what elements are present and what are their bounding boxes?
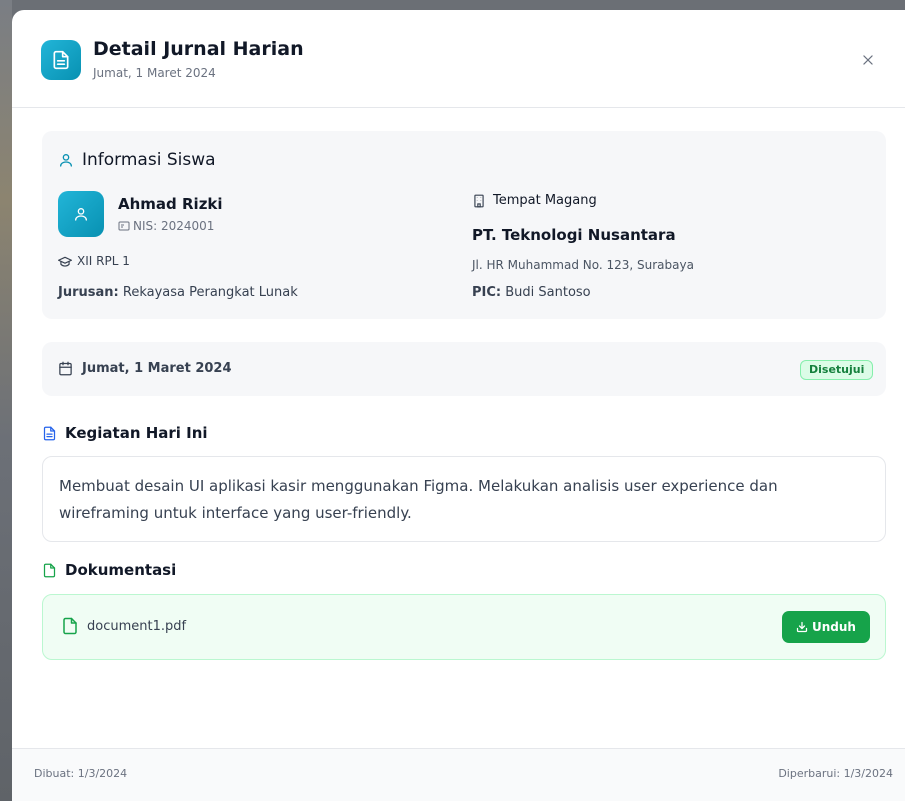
status-badge: Disetujui	[800, 360, 874, 380]
download-button[interactable]: Unduh	[782, 611, 870, 643]
modal-title: Detail Jurnal Harian	[93, 38, 304, 60]
activity-text: Membuat desain UI aplikasi kasir menggun…	[59, 477, 778, 522]
attachment-item: document1.pdf Unduh	[42, 594, 886, 660]
document-icon	[43, 426, 56, 441]
close-icon[interactable]	[858, 50, 878, 70]
major-value: Rekayasa Perangkat Lunak	[122, 285, 298, 300]
calendar-icon	[59, 361, 72, 376]
internship-label: Tempat Magang	[493, 193, 597, 208]
student-name: Ahmad Rizki	[118, 195, 223, 213]
documentation-title: Dokumentasi	[65, 561, 177, 579]
attachment-filename: document1.pdf	[87, 619, 187, 634]
document-icon	[41, 40, 81, 80]
student-class: XII RPL 1	[77, 254, 130, 268]
pic-label: PIC:	[472, 285, 502, 300]
company-pic: PIC: Budi Santoso	[472, 285, 591, 300]
company-address: Jl. HR Muhammad No. 123, Surabaya	[472, 258, 694, 272]
file-icon	[63, 617, 77, 635]
activity-title: Kegiatan Hari Ini	[65, 424, 208, 442]
student-nis: NIS: 2024001	[133, 219, 215, 233]
journal-date: Jumat, 1 Maret 2024	[82, 361, 232, 376]
student-info-card: Informasi Siswa Ahmad Rizki NIS: 2024001…	[42, 131, 886, 319]
download-label: Unduh	[812, 620, 856, 634]
company-name: PT. Teknologi Nusantara	[472, 226, 676, 244]
id-card-icon	[118, 221, 130, 231]
graduation-cap-icon	[58, 256, 72, 267]
user-icon	[60, 154, 72, 167]
download-icon	[796, 621, 808, 633]
file-icon	[43, 563, 56, 578]
modal-subtitle: Jumat, 1 Maret 2024	[93, 66, 216, 80]
user-icon	[75, 208, 87, 221]
journal-detail-modal: Detail Jurnal Harian Jumat, 1 Maret 2024…	[12, 10, 905, 801]
student-info-title: Informasi Siswa	[82, 150, 216, 170]
updated-date: Diperbarui: 1/3/2024	[778, 767, 893, 780]
student-major: Jurusan: Rekayasa Perangkat Lunak	[58, 285, 298, 300]
pic-value: Budi Santoso	[505, 285, 591, 300]
building-icon	[474, 194, 484, 208]
activity-box: Membuat desain UI aplikasi kasir menggun…	[42, 456, 886, 542]
modal-header: Detail Jurnal Harian Jumat, 1 Maret 2024	[12, 10, 905, 108]
created-date: Dibuat: 1/3/2024	[34, 767, 128, 780]
backdrop	[0, 0, 12, 801]
avatar	[58, 191, 104, 237]
major-label: Jurusan:	[58, 285, 119, 300]
modal-footer: Dibuat: 1/3/2024 Diperbarui: 1/3/2024	[12, 748, 905, 801]
date-status-card: Jumat, 1 Maret 2024 Disetujui	[42, 342, 886, 396]
